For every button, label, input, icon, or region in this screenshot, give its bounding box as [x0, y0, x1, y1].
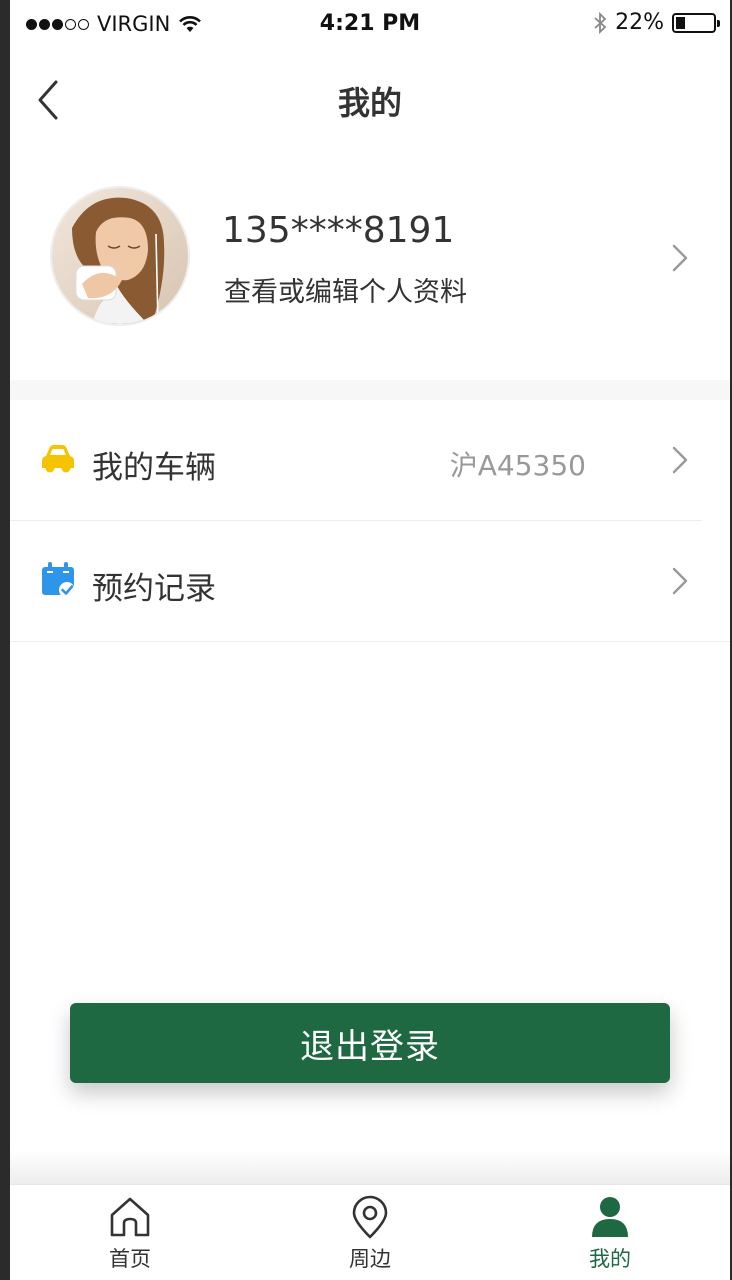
menu-item-vehicle-label: 我的车辆: [92, 450, 216, 486]
calendar-check-icon: [42, 562, 75, 598]
page-title: 我的: [337, 84, 402, 122]
tab-profile[interactable]: 我的: [490, 1185, 730, 1280]
profile-card[interactable]: 135****8191 查看或编辑个人资料: [10, 140, 730, 380]
menu-item-vehicle[interactable]: 我的车辆 沪A45350: [10, 400, 730, 520]
tab-bar: 首页 周边 我的: [10, 1184, 730, 1280]
nav-bar: 我的: [10, 60, 730, 140]
tab-profile-label: 我的: [589, 1247, 631, 1271]
location-pin-icon: [352, 1195, 388, 1239]
chevron-right-icon: [672, 567, 688, 595]
section-gap: [10, 380, 730, 400]
tab-nearby[interactable]: 周边: [250, 1185, 490, 1280]
left-frame: [0, 0, 10, 1280]
phone-number: 135****8191: [222, 210, 455, 251]
menu-item-records-label: 预约记录: [92, 571, 216, 607]
battery-icon: [672, 12, 720, 33]
avatar-photo: [52, 188, 188, 324]
tabbar-shadow: [10, 1150, 730, 1184]
car-icon: [42, 445, 74, 473]
status-bar: VIRGIN 4:21 PM 22%: [10, 0, 730, 50]
bluetooth-icon: [594, 11, 607, 34]
home-icon: [110, 1197, 150, 1237]
divider: [10, 641, 730, 642]
plate-number: 沪A45350: [449, 449, 586, 482]
battery-percent: 22%: [615, 10, 664, 35]
user-icon: [592, 1197, 628, 1237]
chevron-right-icon: [672, 446, 688, 474]
chevron-right-icon[interactable]: [670, 242, 690, 274]
tab-nearby-label: 周边: [349, 1247, 391, 1271]
tab-home-label: 首页: [109, 1247, 151, 1271]
edit-profile-link[interactable]: 查看或编辑个人资料: [224, 270, 467, 309]
tab-home[interactable]: 首页: [10, 1185, 250, 1280]
battery-fill: [676, 16, 685, 29]
avatar[interactable]: [50, 186, 190, 326]
status-right: 22%: [593, 10, 720, 35]
logout-button[interactable]: 退出登录: [70, 1003, 670, 1083]
menu-item-records[interactable]: 预约记录: [10, 521, 730, 641]
